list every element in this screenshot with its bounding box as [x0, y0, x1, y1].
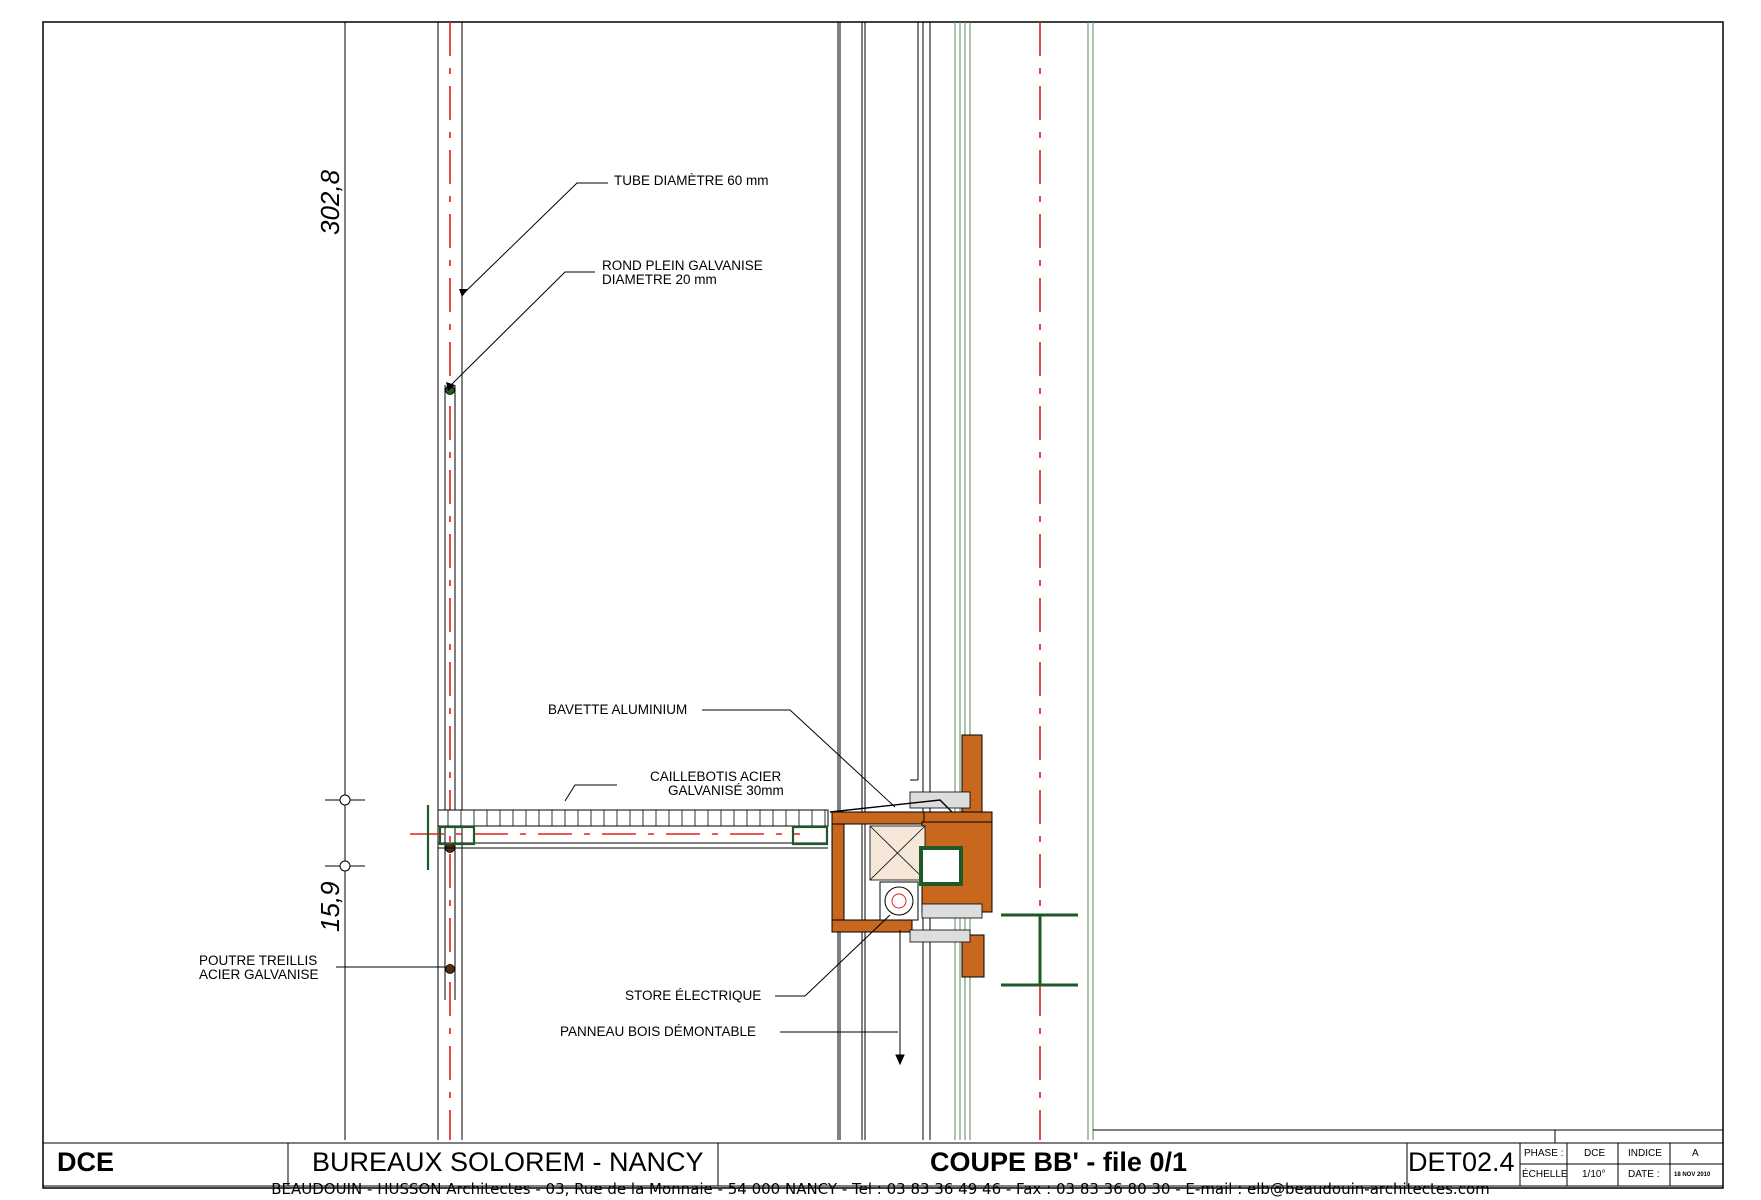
insulation [869, 825, 926, 881]
i-beam [1001, 913, 1078, 987]
annotation-poutre-line2: ACIER GALVANISE [199, 967, 319, 982]
footer-address: BEAUDOUIN - HUSSON Architectes - 03, Rue… [271, 1180, 1490, 1198]
leader-lines [336, 182, 898, 1033]
annotation-caillebotis-line2: GALVANISÉ 30mm [668, 783, 784, 798]
annotation-caillebotis-line1: CAILLEBOTIS ACIER [650, 769, 782, 784]
date-value: 18 NOV 2010 [1674, 1172, 1711, 1178]
date-label: DATE : [1628, 1169, 1660, 1180]
drawing-number: DET02.4 [1408, 1147, 1515, 1177]
store-roller [879, 881, 919, 921]
annotation-store: STORE ÉLECTRIQUE [625, 988, 762, 1003]
annotation-rond-line1: ROND PLEIN GALVANISE [602, 258, 763, 273]
annotation-poutre-line1: POUTRE TREILLIS [199, 953, 318, 968]
dimension-upper: 302,8 [315, 169, 345, 235]
section-drawing [42, 21, 1724, 1189]
phase-label: PHASE : [1524, 1148, 1564, 1159]
drawing-title: COUPE BB' - file 0/1 [930, 1147, 1187, 1177]
steel-tube [919, 846, 963, 886]
phase-value: DCE [1584, 1148, 1606, 1159]
poutre-node [445, 964, 455, 974]
dimension-lower: 15,9 [315, 881, 345, 932]
project-name: BUREAUX SOLOREM - NANCY [312, 1147, 704, 1177]
grating [437, 809, 829, 849]
sheet-frame [42, 21, 1724, 1189]
facade-lines [837, 22, 931, 1140]
annotation-rond-line2: DIAMETRE 20 mm [602, 272, 717, 287]
echelle-label: ÉCHELLE [1522, 1169, 1568, 1180]
annotation-tube: TUBE DIAMÈTRE 60 mm [614, 173, 769, 188]
phase-code: DCE [57, 1147, 115, 1177]
panneau-arrow [895, 930, 905, 1066]
annotation-bavette: BAVETTE ALUMINIUM [548, 702, 688, 717]
annotation-panneau: PANNEAU BOIS DÉMONTABLE [560, 1024, 757, 1039]
indice-value: A [1692, 1148, 1699, 1159]
indice-label: INDICE [1628, 1148, 1662, 1159]
echelle-value: 1/10° [1582, 1169, 1606, 1180]
